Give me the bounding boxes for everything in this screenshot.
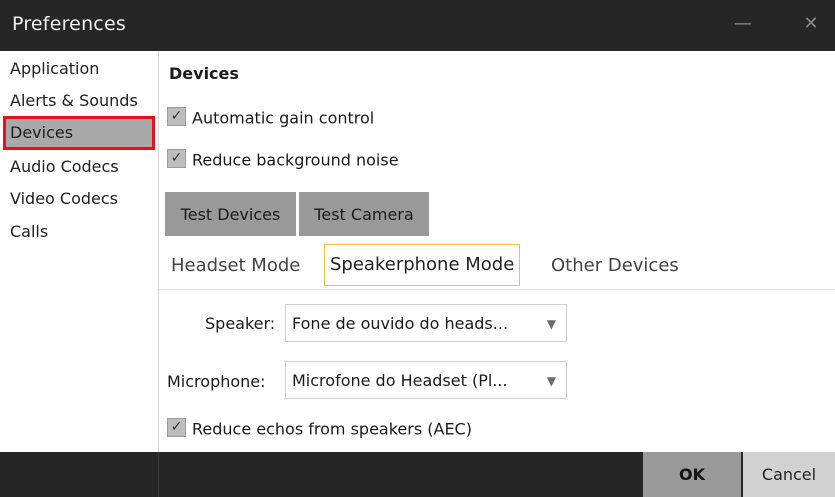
- sidebar-item-audio-codecs[interactable]: Audio Codecs: [10, 152, 119, 182]
- sidebar-item-alerts-sounds[interactable]: Alerts & Sounds: [10, 86, 138, 116]
- ok-button[interactable]: OK: [643, 452, 741, 497]
- test-devices-button[interactable]: Test Devices: [165, 192, 296, 236]
- sidebar-item-devices[interactable]: Devices: [3, 116, 155, 150]
- agc-label: Automatic gain control: [192, 108, 375, 128]
- cancel-button[interactable]: Cancel: [743, 452, 835, 497]
- agc-checkbox[interactable]: ✓: [167, 107, 186, 126]
- speaker-label: Speaker:: [205, 314, 276, 333]
- footer-bar: OK Cancel: [0, 452, 835, 497]
- window-title: Preferences: [12, 13, 126, 35]
- chevron-down-icon[interactable]: ▼: [547, 305, 556, 343]
- test-camera-button[interactable]: Test Camera: [299, 192, 429, 236]
- microphone-label: Microphone:: [167, 372, 266, 391]
- minimize-icon[interactable]: —: [728, 12, 758, 36]
- devices-panel: Devices ✓ Automatic gain control ✓ Reduce …: [159, 51, 835, 452]
- tab-other-devices[interactable]: Other Devices: [551, 246, 679, 286]
- section-title: Devices: [169, 64, 239, 83]
- sidebar-item-video-codecs[interactable]: Video Codecs: [10, 184, 118, 214]
- chevron-down-icon[interactable]: ▼: [547, 362, 556, 400]
- noise-label: Reduce background noise: [192, 150, 399, 170]
- title-bar: Preferences — ✕: [0, 0, 835, 51]
- microphone-select-value: Microfone do Headset (Pl...: [292, 371, 508, 390]
- sidebar-item-application[interactable]: Application: [10, 54, 99, 84]
- tab-speakerphone-mode[interactable]: Speakerphone Mode: [324, 244, 521, 286]
- aec-option[interactable]: ✓ Reduce echos from speakers (AEC): [167, 418, 472, 440]
- sidebar: Application Alerts & Sounds Devices Audi…: [0, 51, 159, 452]
- sidebar-item-calls[interactable]: Calls: [10, 217, 48, 247]
- aec-checkbox[interactable]: ✓: [167, 418, 186, 437]
- mode-tabs: Headset Mode Speakerphone Mode Other Dev…: [159, 244, 835, 290]
- aec-label: Reduce echos from speakers (AEC): [192, 419, 472, 439]
- agc-option[interactable]: ✓ Automatic gain control: [167, 107, 374, 129]
- noise-checkbox[interactable]: ✓: [167, 149, 186, 168]
- noise-option[interactable]: ✓ Reduce background noise: [167, 149, 399, 171]
- footer-divider: [158, 452, 159, 497]
- speaker-select-value: Fone de ouvido do heads...: [292, 314, 509, 333]
- speaker-select[interactable]: Fone de ouvido do heads... ▼: [285, 304, 567, 342]
- microphone-select[interactable]: Microfone do Headset (Pl... ▼: [285, 361, 567, 399]
- close-icon[interactable]: ✕: [796, 12, 826, 36]
- tab-headset-mode[interactable]: Headset Mode: [171, 246, 300, 286]
